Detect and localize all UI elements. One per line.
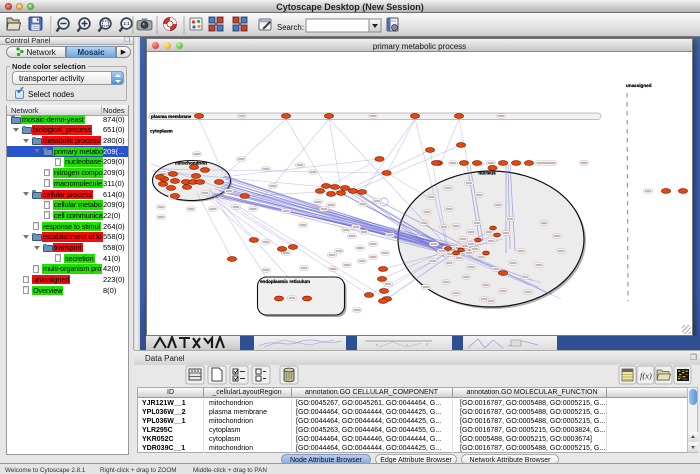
svg-text:f(x): f(x) <box>640 371 652 381</box>
svg-text:plasma membrane: plasma membrane <box>151 114 192 119</box>
svg-text:endoplasmic reticulum: endoplasmic reticulum <box>260 279 310 284</box>
svg-text:cytoplasm: cytoplasm <box>150 129 173 134</box>
svg-text:unassigned: unassigned <box>626 83 652 88</box>
svg-text:1:1: 1:1 <box>123 21 130 26</box>
svg-text:nucleus: nucleus <box>478 171 496 176</box>
svg-text:Search:: Search: <box>277 23 304 32</box>
